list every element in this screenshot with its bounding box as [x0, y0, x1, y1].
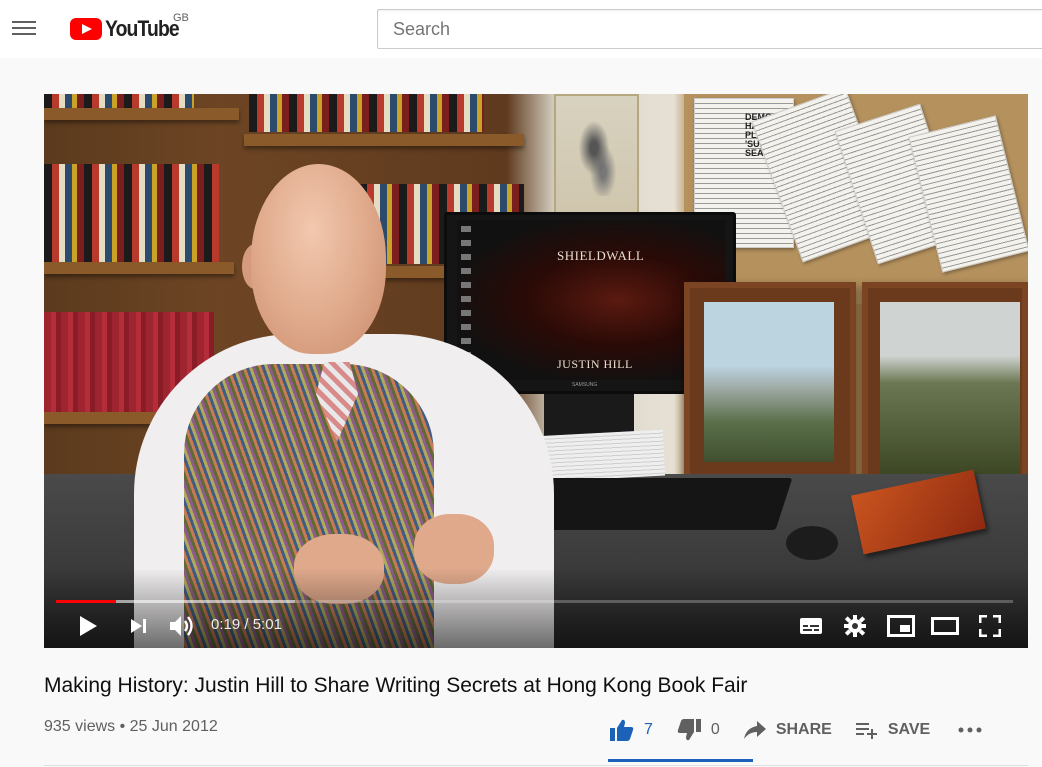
share-button[interactable]: SHARE [743, 721, 832, 739]
subtitles-icon [800, 618, 822, 634]
menu-icon[interactable] [12, 17, 38, 41]
save-label: SAVE [887, 721, 931, 738]
play-button[interactable] [74, 612, 102, 640]
region-code: GB [173, 12, 189, 24]
volume-icon [170, 616, 193, 636]
sentiment-bar [608, 759, 753, 762]
mute-button[interactable] [168, 612, 196, 640]
progress-played [56, 600, 117, 603]
play-icon [80, 616, 97, 636]
video-actions: 7 0 SHARE SAVE [610, 712, 992, 748]
next-button[interactable] [126, 612, 152, 640]
search-input[interactable] [378, 10, 1042, 48]
screen-book-title: SHIELDWALL [557, 248, 645, 263]
share-arrow-icon [743, 721, 766, 739]
miniplayer-button[interactable] [886, 612, 916, 640]
dislike-count: 0 [710, 721, 720, 738]
progress-bar[interactable] [56, 600, 1013, 603]
gear-icon [844, 615, 866, 637]
dislike-button[interactable]: 0 [677, 719, 720, 741]
masthead: YouTube GB [0, 0, 1042, 58]
more-actions-button[interactable] [958, 727, 992, 733]
monitor-brand: SAMSUNG [572, 382, 598, 388]
upload-date: 25 Jun 2012 [129, 718, 218, 735]
logo-text: YouTube [105, 16, 180, 41]
youtube-play-icon [70, 18, 102, 40]
theater-icon [931, 617, 959, 635]
like-button[interactable]: 7 [610, 719, 653, 741]
video-frame: DEMOCRATS HAVE PLAN FOR 'SUPER SEATS' SH… [44, 94, 1028, 648]
youtube-logo[interactable]: YouTube GB [70, 12, 189, 44]
fullscreen-button[interactable] [976, 612, 1004, 640]
like-count: 7 [644, 721, 653, 738]
video-meta: 935 views • 25 Jun 2012 [44, 718, 218, 735]
screen-book-author: JUSTIN HILL [557, 357, 633, 371]
fullscreen-icon [979, 615, 1001, 637]
share-label: SHARE [775, 721, 832, 738]
skip-next-icon [131, 619, 146, 633]
divider [44, 765, 1028, 766]
miniplayer-icon [887, 615, 915, 637]
video-title: Making History: Justin Hill to Share Wri… [44, 674, 748, 697]
subtitles-button[interactable] [798, 612, 824, 640]
speaker-head [251, 164, 386, 354]
wall-painting [554, 94, 639, 214]
settings-button[interactable] [842, 612, 868, 640]
video-player[interactable]: DEMOCRATS HAVE PLAN FOR 'SUPER SEATS' SH… [44, 94, 1028, 648]
more-horizontal-icon [958, 727, 982, 733]
save-button[interactable]: SAVE [855, 721, 931, 739]
duration: 5:01 [252, 616, 282, 633]
keyboard [515, 478, 793, 530]
framed-painting-left [684, 282, 856, 482]
current-time: 0:19 [211, 616, 241, 633]
thumbs-up-icon [610, 719, 634, 741]
time-display: 0:19 / 5:01 [211, 616, 282, 633]
playlist-add-icon [855, 723, 877, 739]
thumbs-down-icon [677, 719, 701, 741]
computer-mouse [786, 526, 838, 560]
search-box [377, 9, 1042, 49]
view-count: 935 views [44, 718, 116, 735]
theater-mode-button[interactable] [930, 612, 960, 640]
